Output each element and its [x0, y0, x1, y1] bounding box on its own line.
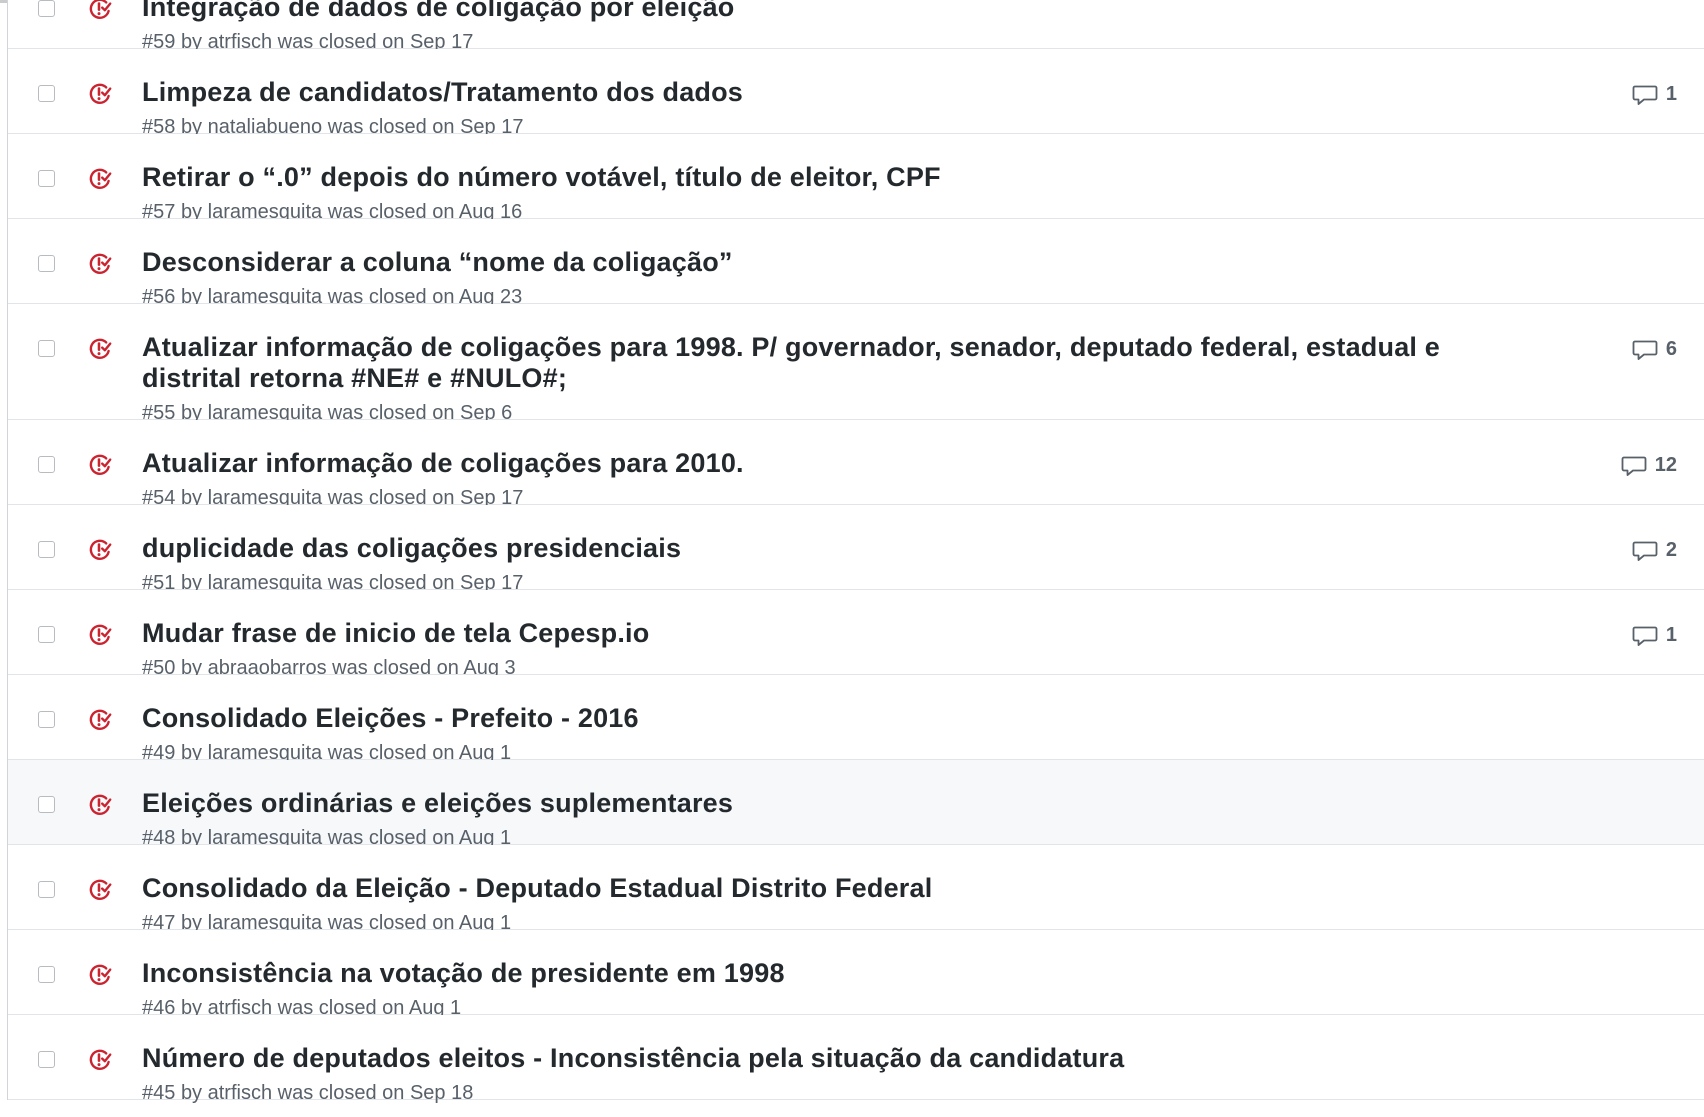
- issue-select-checkbox[interactable]: [38, 1051, 55, 1068]
- issue-title-link[interactable]: Consolidado Eleições - Prefeito - 2016: [142, 703, 1452, 734]
- issue-row: Retirar o “.0” depois do número votável,…: [8, 134, 1704, 223]
- issue-closed-date: Sep 18: [409, 1082, 474, 1104]
- issue-title-link[interactable]: Inconsistência na votação de presidente …: [142, 958, 1452, 989]
- issue-closed-icon: [89, 964, 112, 985]
- issue-closed-icon: [89, 1049, 112, 1070]
- issue-select-checkbox[interactable]: [38, 340, 55, 357]
- issue-title-link[interactable]: Integração de dados de coligação por ele…: [142, 0, 1452, 23]
- issue-select-checkbox[interactable]: [38, 796, 55, 813]
- issue-closed-icon: [89, 168, 112, 189]
- issue-number: #45: [142, 1082, 176, 1104]
- issue-title-link[interactable]: Mudar frase de inicio de tela Cepesp.io: [142, 618, 1452, 649]
- issue-select-checkbox[interactable]: [38, 170, 55, 187]
- issue-row: Atualizar informação de coligações para …: [8, 420, 1704, 509]
- issue-row: duplicidade das coligações presidenciais…: [8, 505, 1704, 594]
- issue-closed-icon: [89, 0, 112, 19]
- issue-select-checkbox[interactable]: [38, 966, 55, 983]
- issue-row: Limpeza de candidatos/Tratamento dos dad…: [8, 49, 1704, 138]
- comments-link[interactable]: 6: [1632, 338, 1677, 361]
- comments-link[interactable]: 1: [1632, 624, 1677, 647]
- comment-count: 1: [1665, 624, 1677, 646]
- comment-count: 2: [1665, 539, 1677, 561]
- issue-select-checkbox[interactable]: [38, 255, 55, 272]
- comment-icon: [1621, 456, 1647, 476]
- issue-select-checkbox[interactable]: [38, 0, 55, 17]
- issue-title-link[interactable]: Desconsiderar a coluna “nome da coligaçã…: [142, 247, 1452, 278]
- issue-row: Eleições ordinárias e eleições suplement…: [8, 760, 1704, 849]
- issue-closed-icon: [89, 794, 112, 815]
- comment-count: 12: [1654, 454, 1677, 476]
- issue-closed-icon: [89, 338, 112, 359]
- issue-row: Atualizar informação de coligações para …: [8, 304, 1704, 424]
- comments-link[interactable]: 12: [1621, 454, 1677, 477]
- issue-title-link[interactable]: Número de deputados eleitos - Inconsistê…: [142, 1043, 1452, 1074]
- issue-title-link[interactable]: Atualizar informação de coligações para …: [142, 332, 1452, 394]
- issue-select-checkbox[interactable]: [38, 626, 55, 643]
- issue-list: Integração de dados de coligação por ele…: [7, 0, 1704, 1104]
- issue-author-link[interactable]: atrfisch: [208, 1082, 272, 1104]
- comment-icon: [1632, 626, 1658, 646]
- issue-meta: #45 by atrfisch was closed on Sep 18: [142, 1081, 473, 1105]
- issue-row: Consolidado da Eleição - Deputado Estadu…: [8, 845, 1704, 934]
- issue-select-checkbox[interactable]: [38, 456, 55, 473]
- issue-row: Desconsiderar a coluna “nome da coligaçã…: [8, 219, 1704, 308]
- issue-by-label: by: [180, 1082, 203, 1104]
- issue-title-link[interactable]: duplicidade das coligações presidenciais: [142, 533, 1452, 564]
- issue-closed-icon: [89, 539, 112, 560]
- issue-closed-icon: [89, 454, 112, 475]
- issue-closed-icon: [89, 253, 112, 274]
- issue-select-checkbox[interactable]: [38, 85, 55, 102]
- issue-row: Inconsistência na votação de presidente …: [8, 930, 1704, 1019]
- comment-icon: [1632, 340, 1658, 360]
- comment-count: 1: [1665, 83, 1677, 105]
- comment-icon: [1632, 541, 1658, 561]
- issue-row: Consolidado Eleições - Prefeito - 2016 #…: [8, 675, 1704, 764]
- issue-select-checkbox[interactable]: [38, 711, 55, 728]
- issue-title-link[interactable]: Limpeza de candidatos/Tratamento dos dad…: [142, 77, 1452, 108]
- issue-row: Número de deputados eleitos - Inconsistê…: [8, 1015, 1704, 1104]
- issue-closed-icon: [89, 624, 112, 645]
- issue-select-checkbox[interactable]: [38, 881, 55, 898]
- issue-closed-icon: [89, 879, 112, 900]
- issue-row: Mudar frase de inicio de tela Cepesp.io …: [8, 590, 1704, 679]
- issue-title-link[interactable]: Atualizar informação de coligações para …: [142, 448, 1452, 479]
- issue-closed-icon: [89, 709, 112, 730]
- comment-icon: [1632, 85, 1658, 105]
- issue-title-link[interactable]: Consolidado da Eleição - Deputado Estadu…: [142, 873, 1452, 904]
- issue-row: Integração de dados de coligação por ele…: [8, 0, 1704, 53]
- issue-select-checkbox[interactable]: [38, 541, 55, 558]
- issue-title-link[interactable]: Eleições ordinárias e eleições suplement…: [142, 788, 1452, 819]
- issue-closed-icon: [89, 83, 112, 104]
- issue-closed-label: was closed on: [277, 1082, 405, 1104]
- comment-count: 6: [1665, 338, 1677, 360]
- comments-link[interactable]: 1: [1632, 83, 1677, 106]
- comments-link[interactable]: 2: [1632, 539, 1677, 562]
- issue-title-link[interactable]: Retirar o “.0” depois do número votável,…: [142, 162, 1452, 193]
